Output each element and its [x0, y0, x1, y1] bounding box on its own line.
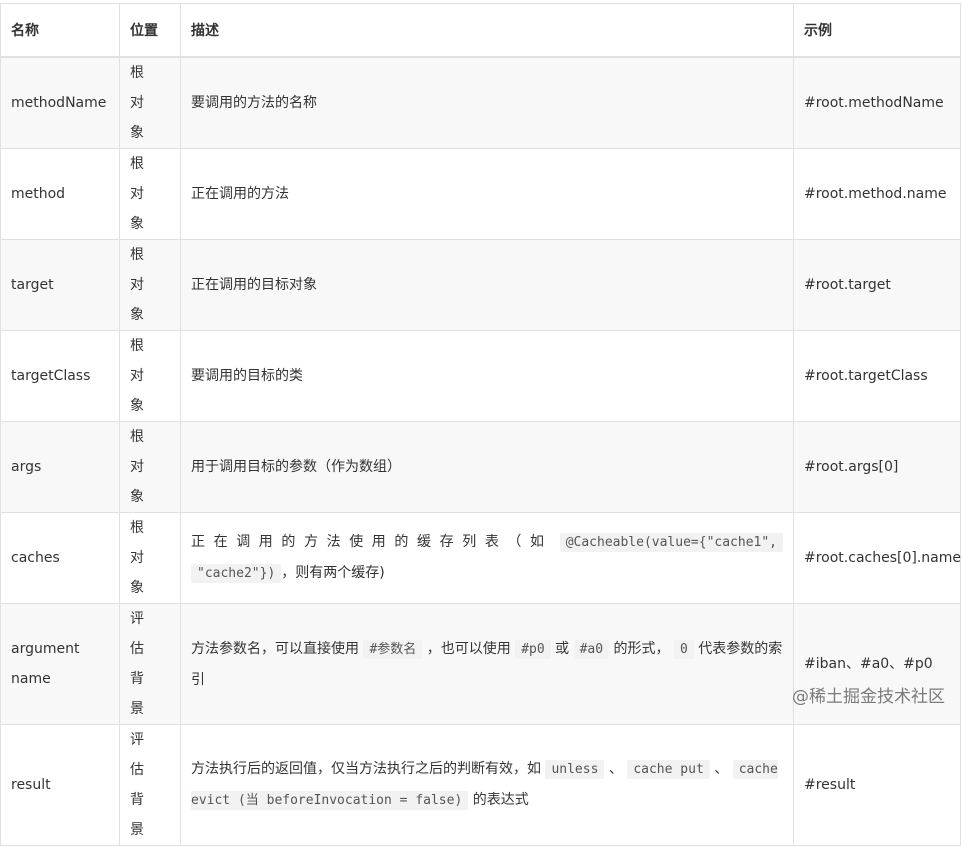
desc-text: 方法执行后的返回值，仅当方法执行之后的判断有效，如: [191, 761, 541, 777]
inline-code: @Cacheable(value={"cache1",: [559, 533, 784, 552]
desc-text: 正在调用的方法使用的缓存列表（如: [191, 534, 553, 550]
cell-name: method: [0, 148, 120, 240]
cell-example: #result: [793, 724, 961, 846]
cell-name: methodName: [0, 56, 120, 149]
table-header-row: 名称 位置 描述 示例: [0, 3, 961, 58]
cell-position: 评估背景: [119, 724, 181, 846]
cell-example: #root.args[0]: [793, 421, 961, 513]
cell-position: 根对象: [119, 330, 181, 422]
cell-position: 根对象: [119, 148, 181, 240]
cell-position: 根对象: [119, 512, 181, 604]
cell-position: 根对象: [119, 239, 181, 331]
table-row: result 评估背景 方法执行后的返回值，仅当方法执行之后的判断有效，如 un…: [0, 724, 961, 846]
inline-code: #参数名: [363, 639, 423, 659]
cell-position: 评估背景: [119, 603, 181, 725]
cell-description: 方法执行后的返回值，仅当方法执行之后的判断有效，如 unless 、 cache…: [180, 724, 794, 846]
table-row: caches 根对象 正在调用的方法使用的缓存列表（如 @Cacheable(v…: [0, 512, 961, 604]
cell-position: 根对象: [119, 56, 181, 149]
desc-text: ，也可以使用: [426, 640, 511, 657]
inline-code: "cache2"}): [191, 564, 282, 583]
cell-name: caches: [0, 512, 120, 604]
cell-example: #root.caches[0].name: [793, 512, 961, 604]
table-row: methodName 根对象 要调用的方法的名称 #root.methodNam…: [0, 56, 961, 149]
cell-description: 方法参数名，可以直接使用 #参数名 ，也可以使用 #p0 或 #a0 的形式， …: [180, 603, 794, 725]
cell-example: #root.method.name: [793, 148, 961, 240]
header-description: 描述: [180, 3, 794, 58]
cell-name: result: [0, 724, 120, 846]
cell-description: 正在调用的方法: [180, 148, 794, 240]
desc-text: 的形式，: [613, 640, 670, 657]
desc-text: 方法参数名，可以直接使用: [191, 640, 359, 657]
cell-description: 要调用的方法的名称: [180, 56, 794, 149]
cell-example: #root.target: [793, 239, 961, 331]
inline-code: #p0: [515, 639, 551, 659]
desc-text: 、: [714, 761, 729, 777]
desc-text: 或: [555, 640, 570, 657]
inline-code: #a0: [573, 639, 610, 659]
inline-code: 0: [673, 639, 694, 659]
desc-text: 、: [608, 761, 623, 777]
page: 名称 位置 描述 示例 methodName 根对象 要调用的方法的名称 #ro…: [0, 0, 963, 846]
inline-code: unless: [545, 760, 605, 779]
watermark: @稀土掘金技术社区: [792, 687, 945, 707]
table-row: targetClass 根对象 要调用的目标的类 #root.targetCla…: [0, 330, 961, 422]
table-row: target 根对象 正在调用的目标对象 #root.target: [0, 239, 961, 331]
cell-position: 根对象: [119, 421, 181, 513]
cell-name: args: [0, 421, 120, 513]
desc-text: ，则有两个缓存): [281, 565, 385, 581]
inline-code: cache put: [627, 760, 710, 779]
table-row: method 根对象 正在调用的方法 #root.method.name: [0, 148, 961, 240]
desc-text: 的表达式: [472, 792, 529, 808]
spel-context-table: 名称 位置 描述 示例 methodName 根对象 要调用的方法的名称 #ro…: [0, 3, 961, 846]
cell-example: #root.methodName: [793, 56, 961, 149]
header-example: 示例: [793, 3, 961, 58]
cell-description: 用于调用目标的参数（作为数组）: [180, 421, 794, 513]
cell-description: 正在调用的目标对象: [180, 239, 794, 331]
cell-example: #root.targetClass: [793, 330, 961, 422]
cell-name: target: [0, 239, 120, 331]
table-row: args 根对象 用于调用目标的参数（作为数组） #root.args[0]: [0, 421, 961, 513]
header-name: 名称: [0, 3, 120, 58]
cell-name: argument name: [0, 603, 120, 725]
cell-description: 正在调用的方法使用的缓存列表（如 @Cacheable(value={"cach…: [180, 512, 794, 604]
header-position: 位置: [119, 3, 181, 58]
cell-name: targetClass: [0, 330, 120, 422]
cell-description: 要调用的目标的类: [180, 330, 794, 422]
